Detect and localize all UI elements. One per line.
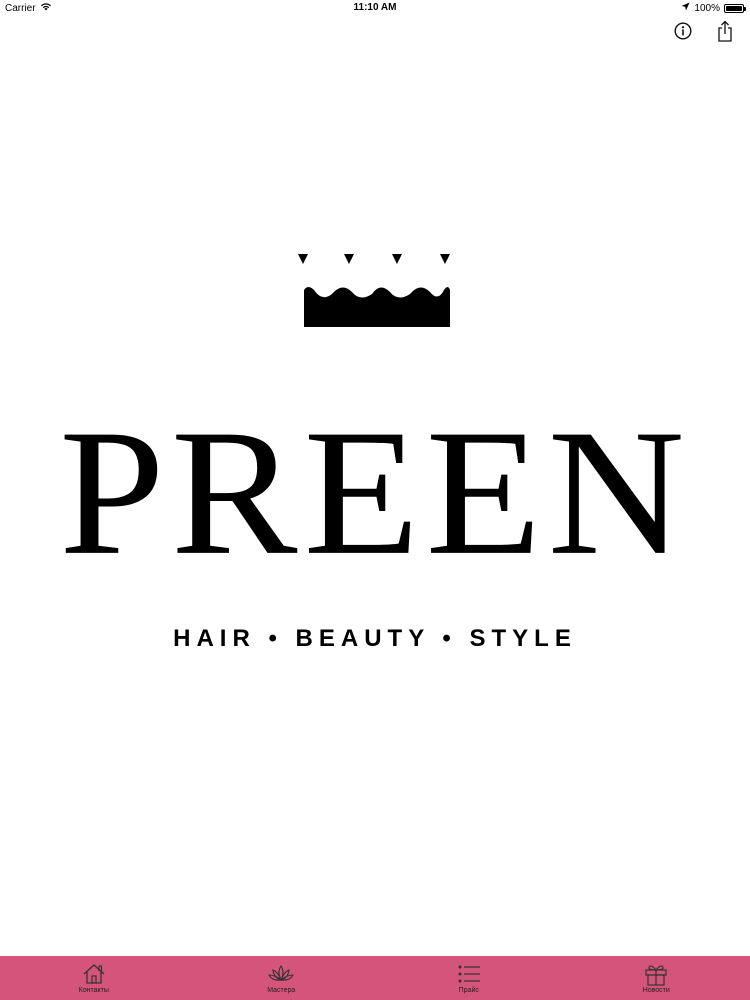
status-time: 11:10 AM xyxy=(353,2,397,13)
tab-label: Новости xyxy=(642,987,670,994)
battery-fill xyxy=(726,5,742,11)
share-button[interactable] xyxy=(714,20,736,42)
location-arrow-icon xyxy=(681,2,690,14)
home-icon xyxy=(83,964,105,984)
gift-icon xyxy=(645,965,667,986)
lotus-icon xyxy=(268,965,295,982)
info-icon xyxy=(674,22,692,40)
info-button[interactable] xyxy=(672,20,694,42)
tab-bar: Контакты Мастера Прайс Новости xyxy=(0,956,750,1000)
brand-name: PREEN xyxy=(59,393,691,593)
status-right: 100% xyxy=(681,2,746,14)
tab-price[interactable]: Прайс xyxy=(375,956,563,1000)
battery-icon xyxy=(724,3,746,13)
share-icon xyxy=(718,20,732,42)
battery-percent: 100% xyxy=(694,2,720,14)
tab-label: Мастера xyxy=(267,987,296,994)
crown-icon xyxy=(298,254,450,327)
list-icon xyxy=(458,965,480,983)
tab-contacts[interactable]: Контакты xyxy=(0,956,188,1000)
tab-label: Прайс xyxy=(458,987,479,994)
brand-tagline: HAIR • BEAUTY • STYLE xyxy=(173,625,577,652)
status-bar: Carrier 11:10 AM 100% xyxy=(0,0,750,16)
tab-news[interactable]: Новости xyxy=(563,956,750,1000)
tab-label: Контакты xyxy=(78,987,109,994)
tab-masters[interactable]: Мастера xyxy=(188,956,376,1000)
top-actions xyxy=(672,20,736,42)
brand-logo: PREEN HAIR • BEAUTY • STYLE xyxy=(0,250,750,670)
